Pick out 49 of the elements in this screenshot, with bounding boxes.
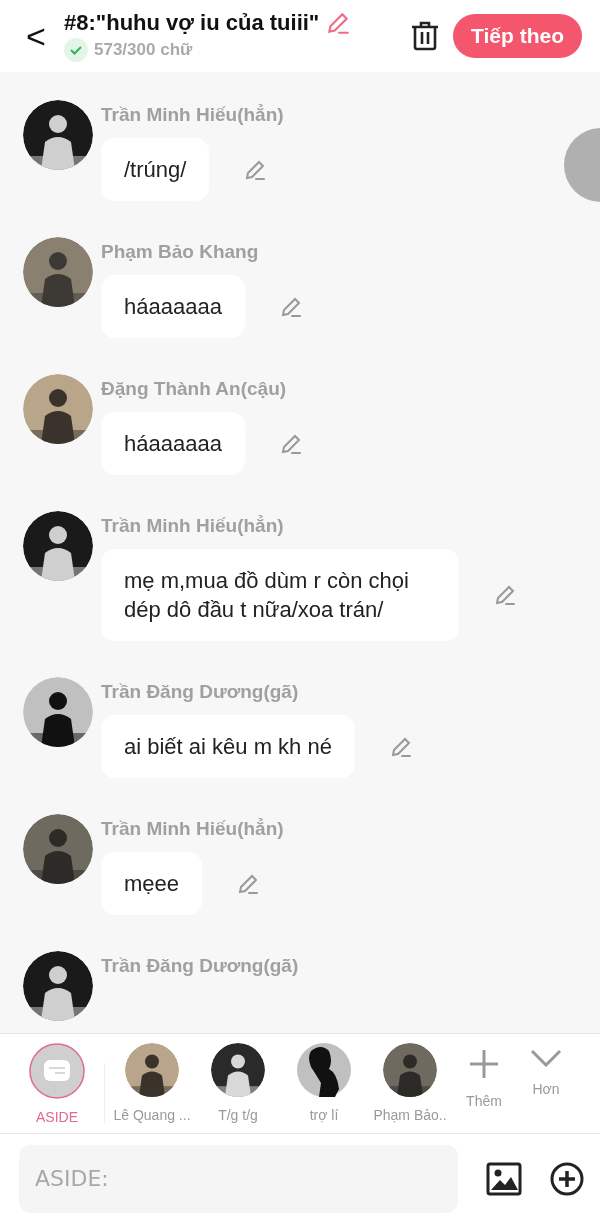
speaker-name: Trần Đăng Dương(gã)	[101, 955, 299, 977]
image-icon	[486, 1161, 522, 1196]
speaker-name: Trần Minh Hiếu(hẳn)	[101, 515, 285, 537]
avatar	[23, 677, 93, 747]
edit-button[interactable]	[493, 583, 517, 607]
message-bubble[interactable]: /trúng/	[101, 138, 210, 201]
message-bubble[interactable]: ai biết ai kêu m kh né	[101, 715, 355, 778]
chapter-title: #8:"huhu vợ iu của tuiii"	[64, 10, 320, 36]
rename-button[interactable]	[325, 10, 352, 36]
speaker-name: Trần Đăng Dương(gã)	[101, 681, 300, 703]
add-button[interactable]	[550, 1161, 584, 1196]
plus-circle-icon	[550, 1161, 584, 1196]
chevron-down-icon	[530, 1049, 562, 1067]
more-button[interactable]: Hơn	[515, 1049, 577, 1097]
avatar	[23, 237, 93, 307]
character-option[interactable]: T/g t/g	[195, 1043, 281, 1123]
avatar	[23, 100, 93, 170]
character-option[interactable]: Phạm Bảo..	[367, 1043, 453, 1123]
character-option[interactable]: trợ lí	[281, 1043, 367, 1123]
character-option[interactable]: Lê Quang ...	[109, 1043, 195, 1123]
delete-button[interactable]	[411, 21, 440, 51]
add-character-button[interactable]: Thêm	[453, 1049, 515, 1109]
speaker-name: Phạm Bảo Khang	[101, 241, 260, 263]
message-input[interactable]: ASIDE:	[19, 1144, 458, 1213]
edit-icon	[493, 583, 517, 607]
speaker-name: Trần Minh Hiếu(hẳn)	[101, 818, 284, 840]
speaker-name: Trần Minh Hiếu(hẳn)	[101, 104, 284, 126]
avatar	[211, 1043, 265, 1097]
trash-icon	[411, 21, 440, 51]
message-bubble[interactable]: háaaaaaa	[101, 412, 245, 475]
avatar	[23, 951, 93, 1021]
character-option[interactable]: ASIDE	[14, 1043, 100, 1125]
avatar	[23, 511, 93, 581]
back-button[interactable]: <	[22, 16, 50, 56]
avatar	[23, 374, 93, 444]
message-bubble[interactable]: mẹee	[101, 852, 203, 915]
silhouette-avatar	[297, 1043, 351, 1097]
avatar	[383, 1043, 437, 1097]
word-count: 573/300 chữ	[94, 40, 193, 60]
avatar	[23, 814, 93, 884]
avatar	[125, 1043, 179, 1097]
plus-icon	[469, 1049, 499, 1079]
image-button[interactable]	[486, 1161, 522, 1196]
message-bubble[interactable]: háaaaaaa	[101, 275, 245, 338]
aside-icon	[29, 1043, 85, 1099]
speaker-name: Đặng Thành An(cậu)	[101, 378, 288, 400]
message-bubble[interactable]: mẹ m,mua đồ dùm r còn chọi dép dô đầu t nữa/xoa trán/	[101, 549, 459, 641]
next-button[interactable]: Tiếp theo	[453, 14, 582, 58]
edit-icon	[325, 10, 352, 36]
